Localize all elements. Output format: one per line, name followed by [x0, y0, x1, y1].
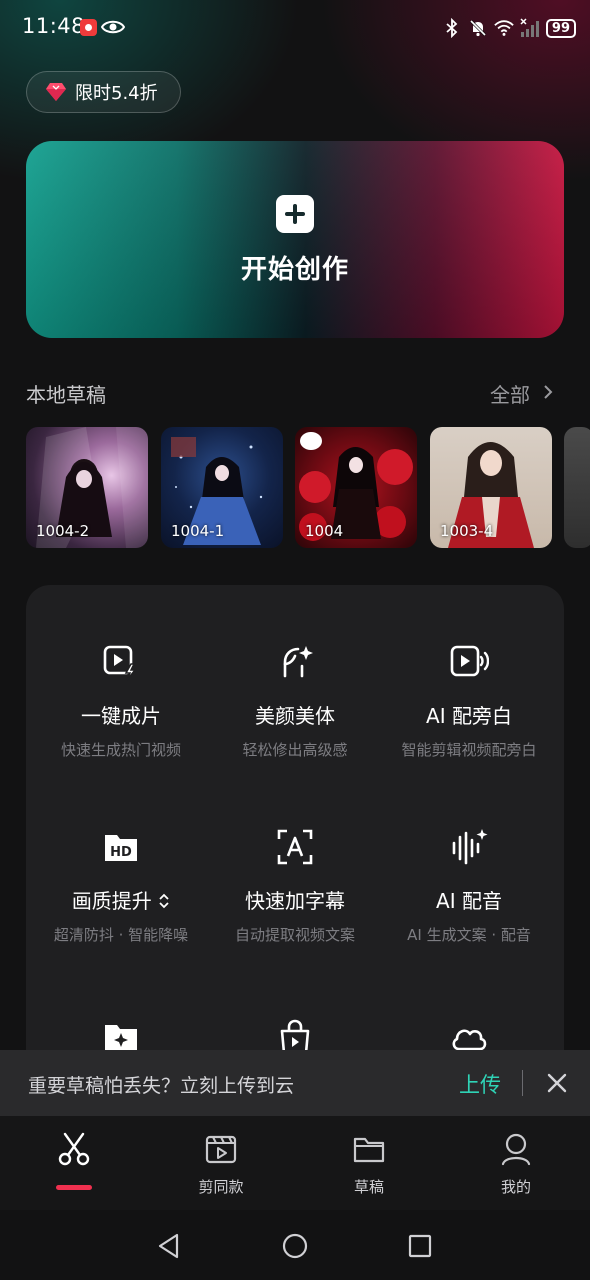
- draft-name: 1003-4: [440, 522, 494, 540]
- tool-subtitle: 智能剪辑视频配旁白: [401, 741, 537, 759]
- tool-auto-captions[interactable]: 快速加字幕 自动提取视频文案: [205, 827, 385, 945]
- nav-label: 草稿: [353, 1178, 384, 1196]
- tool-subtitle: 自动提取视频文案: [234, 926, 355, 944]
- draft-thumbnail[interactable]: 1004: [295, 427, 417, 548]
- discount-promo-button[interactable]: 限时5.4折: [26, 71, 181, 113]
- face-sparkle-icon: [283, 646, 313, 678]
- back-icon[interactable]: [155, 1232, 183, 1260]
- battery-indicator: 99: [545, 18, 576, 38]
- divider: [522, 1070, 523, 1096]
- status-time: 11:48: [22, 14, 86, 38]
- tool-title: AI 配旁白: [426, 704, 512, 728]
- waveform-sparkle-icon: [452, 829, 488, 865]
- expand-chevron-icon: [159, 893, 169, 909]
- mute-bell-icon: [469, 19, 486, 37]
- text-scan-icon: [277, 829, 313, 865]
- tool-ai-dubbing[interactable]: AI 配音 AI 生成文案 · 配音: [379, 827, 559, 945]
- draft-name: 1004-2: [36, 522, 90, 540]
- bluetooth-icon: [446, 18, 458, 38]
- nav-profile[interactable]: 我的: [471, 1132, 561, 1197]
- diamond-icon: [46, 83, 66, 101]
- draft-thumbnail[interactable]: 1003-4: [430, 427, 552, 548]
- tool-title: 快速加字幕: [245, 889, 345, 913]
- wifi-icon: [494, 20, 514, 36]
- tool-subtitle: 轻松修出高级感: [242, 741, 348, 759]
- tool-title: AI 配音: [436, 889, 502, 913]
- nav-edit[interactable]: [29, 1132, 119, 1166]
- folder-icon: [353, 1137, 385, 1163]
- tool-ai-narration[interactable]: AI 配旁白 智能剪辑视频配旁白: [379, 642, 559, 760]
- draft-thumbnail-partial[interactable]: [564, 427, 590, 548]
- tool-quality-enhance[interactable]: HD 画质提升 超清防抖 · 智能降噪: [31, 827, 211, 945]
- cloud-upload-banner: 重要草稿怕丢失？立刻上传到云 上传: [0, 1050, 590, 1116]
- tool-subtitle: AI 生成文案 · 配音: [407, 926, 531, 944]
- active-tab-indicator: [56, 1185, 92, 1190]
- plus-icon: [276, 195, 314, 233]
- cloud-banner-text: 重要草稿怕丢失？立刻上传到云: [28, 1075, 295, 1097]
- play-voice-icon: [450, 645, 489, 677]
- view-all-drafts-link[interactable]: 全部: [490, 379, 530, 408]
- tool-subtitle: 超清防抖 · 智能降噪: [53, 926, 189, 944]
- recents-icon[interactable]: [406, 1232, 434, 1260]
- status-bar: 11:48 99: [0, 0, 590, 56]
- nav-drafts[interactable]: 草稿: [324, 1132, 414, 1197]
- nav-label: 剪同款: [198, 1178, 244, 1196]
- upload-button[interactable]: 上传: [459, 1069, 501, 1099]
- svg-text:HD: HD: [110, 845, 132, 860]
- system-nav-bar: [0, 1210, 590, 1280]
- eye-icon: [101, 20, 125, 34]
- scissors-icon: [58, 1132, 90, 1166]
- nav-label: 我的: [500, 1178, 531, 1196]
- close-icon[interactable]: [545, 1071, 569, 1095]
- start-creating-label: 开始创作: [240, 255, 349, 285]
- hd-icon: HD: [105, 835, 137, 861]
- tool-subtitle: 快速生成热门视频: [60, 741, 181, 759]
- clapper-icon: [205, 1135, 237, 1164]
- screen-record-icon: [80, 19, 97, 36]
- draft-thumbnail[interactable]: 1004-2: [26, 427, 148, 548]
- person-icon: [501, 1133, 531, 1166]
- tool-beauty[interactable]: 美颜美体 轻松修出高级感: [205, 642, 385, 760]
- tool-one-click-video[interactable]: 一键成片 快速生成热门视频: [31, 642, 211, 760]
- status-icons: 99: [442, 14, 576, 42]
- start-creating-button[interactable]: 开始创作: [26, 141, 564, 338]
- local-drafts-title: 本地草稿: [26, 383, 106, 407]
- chevron-right-icon[interactable]: [540, 384, 556, 400]
- draft-thumbnail[interactable]: 1004-1: [161, 427, 283, 548]
- home-icon[interactable]: [281, 1232, 309, 1260]
- nav-templates[interactable]: 剪同款: [176, 1132, 266, 1197]
- bottom-nav: 剪同款 草稿 我的: [0, 1116, 590, 1210]
- tool-title: 画质提升: [31, 885, 211, 914]
- signal-icon: [520, 18, 539, 37]
- play-bolt-icon: [103, 645, 137, 681]
- draft-name: 1004-1: [171, 522, 225, 540]
- tool-title: 一键成片: [81, 704, 161, 728]
- tool-title: 美颜美体: [255, 704, 335, 728]
- draft-name: 1004: [305, 522, 344, 540]
- promo-label: 限时5.4折: [75, 83, 158, 104]
